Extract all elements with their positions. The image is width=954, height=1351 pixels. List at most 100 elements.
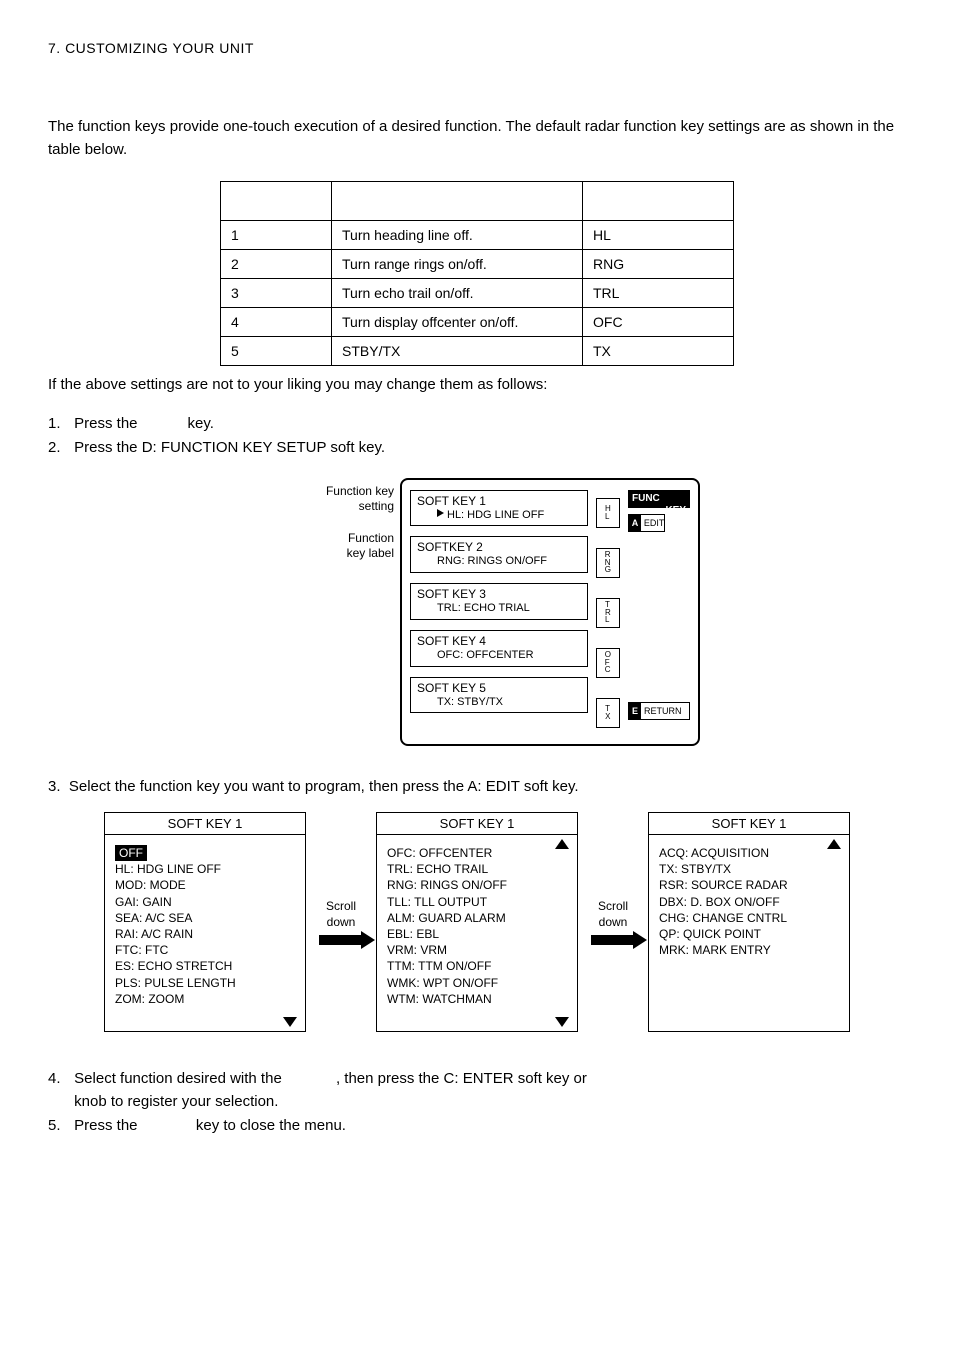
badge: OFC [596, 648, 620, 678]
list-item[interactable]: ALM: GUARD ALARM [387, 910, 567, 926]
softkey-a-edit[interactable]: A EDIT [628, 514, 665, 532]
step-item: 5. Press the key to close the menu. [48, 1115, 906, 1138]
list-item[interactable]: RAI: A/C RAIN [115, 926, 295, 942]
badge: RNG [596, 548, 620, 578]
softkey-letter: A [629, 515, 641, 531]
list-item[interactable]: HL: HDG LINE OFF [115, 861, 295, 877]
menu-item-title: SOFT KEY 1 [417, 494, 577, 509]
panel-title: SOFT KEY 1 [105, 813, 305, 835]
cell-key: 5 [221, 337, 332, 366]
device-screen: SOFT KEY 1HL: HDG LINE OFF SOFTKEY 2RNG: … [400, 478, 700, 746]
settings-table: 1Turn heading line off.HL2Turn range rin… [220, 181, 734, 366]
arrow-right-icon [591, 935, 635, 945]
menu-item-sub: TX: STBY/TX [417, 696, 577, 710]
menu-item[interactable]: SOFT KEY 3TRL: ECHO TRIAL [410, 583, 588, 620]
list-item[interactable]: FTC: FTC [115, 942, 295, 958]
list-item[interactable]: MOD: MODE [115, 877, 295, 893]
note-function-key-label-l1: Function [348, 531, 394, 545]
scroll-panel: SOFT KEY 1 ACQ: ACQUISITIONTX: STBY/TXRSR… [648, 812, 850, 1032]
cell-label: RNG [583, 250, 734, 279]
step-item: 4. Select function desired with the , th… [48, 1068, 906, 1113]
menu-item[interactable]: SOFTKEY 2RNG: RINGS ON/OFF [410, 536, 588, 573]
cell-key: 1 [221, 221, 332, 250]
menu-item[interactable]: SOFT KEY 4OFC: OFFCENTER [410, 630, 588, 667]
list-item[interactable]: ES: ECHO STRETCH [115, 958, 295, 974]
after-table-text: If the above settings are not to your li… [48, 374, 906, 397]
badge: TRL [596, 598, 620, 628]
menu-item-sub: TRL: ECHO TRIAL [417, 602, 577, 616]
list-item[interactable]: CHG: CHANGE CNTRL [659, 910, 839, 926]
softkey-label: EDIT [641, 515, 665, 531]
step-item: 1. Press the key. [48, 413, 906, 436]
panel-title: SOFT KEY 1 [377, 813, 577, 835]
cell-label: TRL [583, 279, 734, 308]
list-item[interactable]: DBX: D. BOX ON/OFF [659, 894, 839, 910]
list-item[interactable]: WTM: WATCHMAN [387, 991, 567, 1007]
table-row: 1Turn heading line off.HL [221, 221, 734, 250]
list-item[interactable]: WMK: WPT ON/OFF [387, 975, 567, 991]
list-item[interactable]: TX: STBY/TX [659, 861, 839, 877]
menu-item-title: SOFT KEY 4 [417, 634, 577, 649]
menu-item[interactable]: SOFT KEY 1HL: HDG LINE OFF [410, 490, 588, 527]
note-function-key-label-l2: key label [347, 546, 394, 560]
cell-func: Turn range rings on/off. [332, 250, 583, 279]
cell-key: 2 [221, 250, 332, 279]
step-3: 3. Select the function key you want to p… [48, 776, 906, 799]
list-item[interactable]: RNG: RINGS ON/OFF [387, 877, 567, 893]
cell-key: 4 [221, 308, 332, 337]
intro-paragraph: The function keys provide one-touch exec… [48, 116, 906, 161]
list-item[interactable]: SEA: A/C SEA [115, 910, 295, 926]
list-item[interactable]: RSR: SOURCE RADAR [659, 877, 839, 893]
col-func-header [332, 182, 583, 221]
scroll-up-icon[interactable] [555, 839, 569, 849]
scroll-label: Scrolldown [584, 899, 642, 945]
list-item[interactable]: VRM: VRM [387, 942, 567, 958]
cell-func: STBY/TX [332, 337, 583, 366]
softkey-label: RETURN [641, 703, 689, 719]
page-header: 7. CUSTOMIZING YOUR UNIT [48, 40, 906, 56]
table-row: 5STBY/TXTX [221, 337, 734, 366]
list-item[interactable]: OFC: OFFCENTER [387, 845, 567, 861]
menu-item-title: SOFT KEY 3 [417, 587, 577, 602]
list-item[interactable]: ZOM: ZOOM [115, 991, 295, 1007]
step-list-a: 1. Press the key.2. Press the D: FUNCTIO… [48, 413, 906, 460]
softkey-letter: E [629, 703, 641, 719]
list-item[interactable]: GAI: GAIN [115, 894, 295, 910]
table-row: 3Turn echo trail on/off.TRL [221, 279, 734, 308]
note-function-key-setting-l2: setting [359, 499, 394, 513]
cell-label: OFC [583, 308, 734, 337]
scroll-panel: SOFT KEY 1 OFFHL: HDG LINE OFFMOD: MODEGA… [104, 812, 306, 1032]
note-function-key-setting-l1: Function key [326, 484, 394, 498]
list-item[interactable]: QP: QUICK POINT [659, 926, 839, 942]
badge-col: HL RNG TRL OFC TX [596, 490, 620, 728]
scroll-down-icon[interactable] [283, 1017, 297, 1027]
list-item[interactable]: TLL: TLL OUTPUT [387, 894, 567, 910]
list-item[interactable]: EBL: EBL [387, 926, 567, 942]
list-item[interactable]: ACQ: ACQUISITION [659, 845, 839, 861]
cell-func: Turn echo trail on/off. [332, 279, 583, 308]
cell-label: HL [583, 221, 734, 250]
cell-key: 3 [221, 279, 332, 308]
scroll-label: Scrolldown [312, 899, 370, 945]
step-list-b: 4. Select function desired with the , th… [48, 1068, 906, 1138]
step-item: 2. Press the D: FUNCTION KEY SETUP soft … [48, 437, 906, 460]
list-item[interactable]: MRK: MARK ENTRY [659, 942, 839, 958]
panel-title: SOFT KEY 1 [649, 813, 849, 835]
softkey-e-return[interactable]: E RETURN [628, 702, 690, 720]
list-item[interactable]: TRL: ECHO TRAIL [387, 861, 567, 877]
table-row: 2Turn range rings on/off.RNG [221, 250, 734, 279]
badge: TX [596, 698, 620, 728]
cell-label: TX [583, 337, 734, 366]
menu-item-title: SOFT KEY 5 [417, 681, 577, 696]
menu-item[interactable]: SOFT KEY 5TX: STBY/TX [410, 677, 588, 714]
selected-off[interactable]: OFF [115, 845, 147, 861]
menu-item-sub: HL: HDG LINE OFF [417, 509, 577, 523]
badge: HL [596, 498, 620, 528]
menu-col: SOFT KEY 1HL: HDG LINE OFF SOFTKEY 2RNG: … [410, 490, 588, 728]
scroll-down-icon[interactable] [555, 1017, 569, 1027]
softkey-scroll-figure: SOFT KEY 1 OFFHL: HDG LINE OFFMOD: MODEGA… [48, 812, 906, 1032]
list-item[interactable]: TTM: TTM ON/OFF [387, 958, 567, 974]
scroll-up-icon[interactable] [827, 839, 841, 849]
softkey-header: FUNC KEY [628, 490, 690, 508]
list-item[interactable]: PLS: PULSE LENGTH [115, 975, 295, 991]
